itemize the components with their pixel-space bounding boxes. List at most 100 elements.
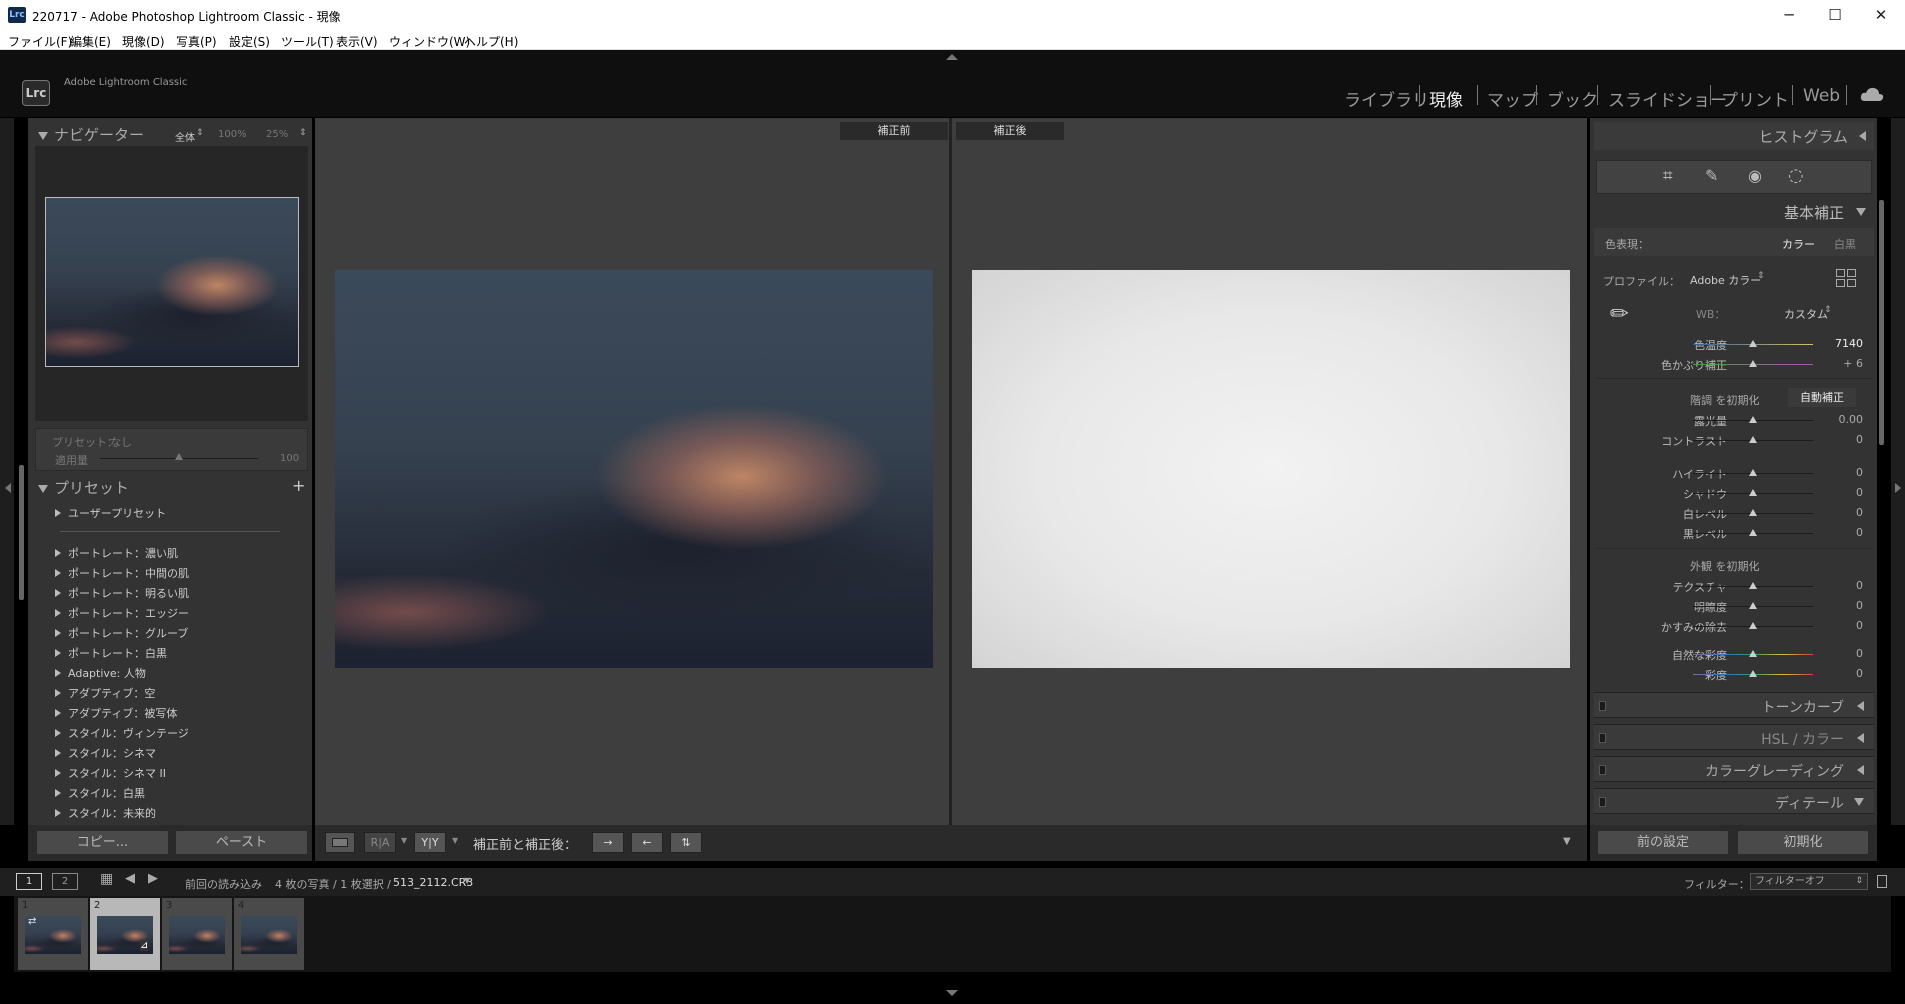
add-preset-icon[interactable]: + — [292, 476, 305, 495]
right-panel-scrollbar[interactable] — [1879, 200, 1884, 445]
navigator-header[interactable]: ナビゲーター — [38, 124, 144, 145]
slider-highlights[interactable]: ハイライト 0 — [1590, 466, 1877, 482]
contrast-knob[interactable] — [1749, 436, 1757, 443]
slider-saturation[interactable]: 彩度 0 — [1590, 667, 1877, 683]
module-book[interactable]: ブック — [1547, 86, 1598, 111]
dehaze-knob[interactable] — [1749, 622, 1757, 629]
toolbar-options-icon[interactable]: ▼ — [1563, 836, 1571, 847]
preset-group-item[interactable]: スタイル：未来的 — [55, 805, 156, 821]
contrast-value[interactable]: 0 — [1856, 433, 1863, 446]
grid-view-icon[interactable]: ▦ — [100, 871, 113, 887]
previous-settings-button[interactable]: 前の設定 — [1597, 830, 1729, 855]
cloud-icon[interactable] — [1860, 86, 1884, 102]
highlights-knob[interactable] — [1749, 469, 1757, 476]
crop-icon[interactable]: ⌗ — [1663, 166, 1673, 186]
slider-clarity[interactable]: 明瞭度 0 — [1590, 599, 1877, 615]
module-print[interactable]: プリント — [1721, 86, 1789, 111]
after-photo[interactable] — [972, 270, 1570, 668]
slider-whites[interactable]: 白レベル 0 — [1590, 506, 1877, 522]
copy-button[interactable]: コピー... — [36, 830, 169, 855]
reset-button[interactable]: 初期化 — [1737, 830, 1869, 855]
texture-knob[interactable] — [1749, 582, 1757, 589]
preset-group-item[interactable]: アダプティブ：被写体 — [55, 705, 177, 721]
treatment-color[interactable]: カラー — [1782, 236, 1815, 252]
copy-after-to-before-icon[interactable]: ← — [631, 832, 663, 853]
forward-arrow-icon[interactable]: ▶ — [148, 871, 158, 886]
whites-knob[interactable] — [1749, 509, 1757, 516]
swap-before-after-icon[interactable]: ⇅ — [670, 832, 702, 853]
preset-group-item[interactable]: ポートレート：明るい肌 — [55, 585, 189, 601]
panel-switch-icon[interactable] — [1599, 797, 1606, 807]
masking-icon[interactable]: ◌ — [1788, 165, 1804, 186]
menu-settings[interactable]: 設定(S) — [229, 33, 270, 50]
menu-window[interactable]: ウィンドウ(W) — [389, 33, 470, 50]
paste-button[interactable]: ペースト — [175, 830, 308, 855]
panel-switch-icon[interactable] — [1599, 733, 1606, 743]
blacks-knob[interactable] — [1749, 529, 1757, 536]
histogram-header[interactable]: ヒストグラム — [1594, 122, 1874, 150]
module-library[interactable]: ライブラリ — [1344, 86, 1429, 111]
module-map[interactable]: マップ — [1487, 86, 1538, 111]
collapse-left-panel-icon[interactable] — [5, 483, 11, 493]
before-photo[interactable] — [335, 270, 933, 668]
filmstrip-source[interactable]: 前回の読み込み — [185, 876, 262, 892]
slider-tint[interactable]: 色かぶり補正 + 6 — [1590, 357, 1877, 373]
navigator-preview-image[interactable] — [45, 197, 299, 367]
minimize-button[interactable]: ─ — [1766, 0, 1812, 30]
slider-temp[interactable]: 色温度 7140 — [1590, 337, 1877, 353]
exposure-value[interactable]: 0.00 — [1839, 413, 1864, 426]
preset-group-item[interactable]: スタイル：ヴィンテージ — [55, 725, 189, 741]
saturation-value[interactable]: 0 — [1856, 667, 1863, 680]
close-button[interactable]: ✕ — [1858, 0, 1904, 30]
preset-group-item[interactable]: ポートレート：中間の肌 — [55, 565, 189, 581]
preset-group-item[interactable]: ポートレート：白黒 — [55, 645, 167, 661]
shadows-value[interactable]: 0 — [1856, 486, 1863, 499]
selected-filename[interactable]: 513_2112.CR3 — [393, 876, 473, 889]
tint-value[interactable]: + 6 — [1843, 357, 1863, 370]
maximize-button[interactable]: ☐ — [1812, 0, 1858, 30]
preset-group-item[interactable]: ポートレート：エッジー — [55, 605, 189, 621]
before-after-lr-button[interactable]: R|A — [364, 832, 396, 853]
slider-dehaze[interactable]: かすみの除去 0 — [1590, 619, 1877, 635]
preset-group-item[interactable]: スタイル：白黒 — [55, 785, 145, 801]
zoom-100-option[interactable]: 100% — [218, 129, 247, 140]
preset-group-item[interactable]: ポートレート：グルーブ — [55, 625, 188, 641]
menu-help[interactable]: ヘルプ(H) — [464, 33, 518, 50]
healing-brush-icon[interactable]: ✎ — [1705, 166, 1718, 185]
window-2-button[interactable]: 2 — [52, 873, 78, 890]
top-panel-toggle-icon[interactable] — [946, 54, 958, 60]
tone-curve-panel[interactable]: トーンカーブ — [1594, 692, 1874, 718]
before-after-yy-button[interactable]: Y|Y — [414, 832, 446, 853]
menu-tools[interactable]: ツール(T) — [281, 33, 334, 50]
slider-blacks[interactable]: 黒レベル 0 — [1590, 526, 1877, 542]
shadows-knob[interactable] — [1749, 489, 1757, 496]
presence-reset-button[interactable]: 外観 を初期化 — [1690, 558, 1760, 574]
menu-develop[interactable]: 現像(D) — [122, 33, 165, 50]
window-1-button[interactable]: 1 — [16, 873, 42, 890]
yy-dropdown-icon[interactable]: ▼ — [452, 836, 458, 845]
menu-photo[interactable]: 写真(P) — [176, 33, 217, 50]
copy-before-to-after-icon[interactable]: → — [592, 832, 624, 853]
color-grading-panel[interactable]: カラーグレーディング — [1594, 756, 1874, 782]
preset-group-item[interactable]: スタイル：シネマ II — [55, 765, 166, 781]
preset-group-user[interactable]: ユーザープリセット — [55, 505, 166, 521]
loupe-view-button[interactable] — [325, 832, 355, 853]
exposure-knob[interactable] — [1749, 416, 1757, 423]
tint-knob[interactable] — [1749, 360, 1757, 367]
filename-dropdown-icon[interactable]: ▼ — [464, 876, 470, 885]
presets-header[interactable]: プリセット — [38, 477, 129, 498]
zoom-25-option[interactable]: 25% — [266, 129, 288, 140]
filmstrip-thumb[interactable]: 4 — [234, 898, 304, 970]
preset-group-item[interactable]: アダプティブ：空 — [55, 685, 155, 701]
profile-browser-icon[interactable] — [1836, 269, 1856, 287]
module-develop[interactable]: 現像 — [1429, 86, 1463, 111]
whites-value[interactable]: 0 — [1856, 506, 1863, 519]
bottom-panel-toggle-icon[interactable] — [946, 990, 958, 996]
filmstrip-thumb[interactable]: 1 ⇄ — [18, 898, 88, 970]
slider-contrast[interactable]: コントラスト 0 — [1590, 433, 1877, 449]
dehaze-value[interactable]: 0 — [1856, 619, 1863, 632]
highlights-value[interactable]: 0 — [1856, 466, 1863, 479]
menu-file[interactable]: ファイル(F) — [8, 33, 72, 50]
vibrance-knob[interactable] — [1749, 650, 1757, 657]
hsl-panel[interactable]: HSL / カラー — [1594, 724, 1874, 750]
